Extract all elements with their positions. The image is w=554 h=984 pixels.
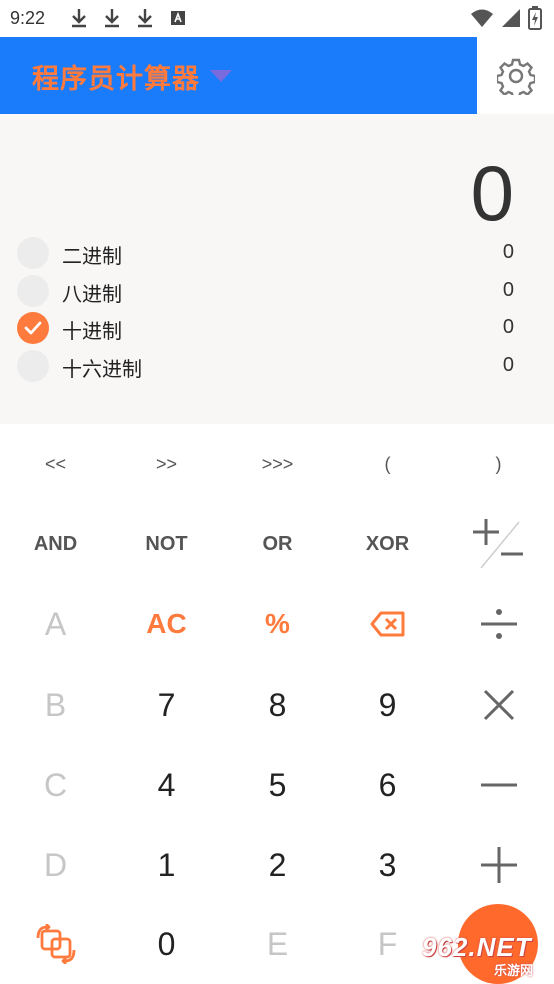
download-icon [105,9,119,28]
status-bar: 9:22 [0,0,554,37]
radio-decimal[interactable] [17,312,49,344]
check-icon [24,321,42,335]
key-not[interactable]: NOT [111,504,222,584]
key-2[interactable]: 2 [222,825,333,905]
key-divide[interactable] [443,584,554,664]
key-xor[interactable]: XOR [332,504,443,584]
base-label: 十六进制 [62,357,142,381]
divide-icon [480,609,517,639]
key-add[interactable] [443,825,554,905]
key-all-clear[interactable]: AC [111,584,222,664]
key-shift-right-unsigned[interactable]: >>> [222,424,333,504]
swap-mode-icon [36,924,75,964]
system-icons [470,6,542,30]
key-8[interactable]: 8 [222,665,333,745]
key-or[interactable]: OR [222,504,333,584]
key-shift-right[interactable]: >> [111,424,222,504]
key-1[interactable]: 1 [111,825,222,905]
gear-icon [496,58,535,95]
keypad: << >> >>> ( ) AND NOT OR XOR A AC % B 7 … [0,424,554,984]
main-result-value: 0 [470,149,514,237]
result-display: 0 二进制 0 八进制 0 十进制 0 十六进制 0 [0,114,554,424]
plus-minus-icon [472,519,523,569]
base-row-binary[interactable]: 二进制 0 [0,236,554,272]
key-7[interactable]: 7 [111,665,222,745]
notification-icons [68,7,189,29]
watermark-subtext: 乐游网 [494,964,534,979]
settings-button[interactable] [477,37,554,114]
app-notification-icon [171,11,185,25]
download-icon [138,9,152,28]
base-value: 0 [502,316,514,338]
watermark-text: 962.NET [422,932,532,962]
key-switch-mode[interactable] [0,904,111,984]
radio-octal[interactable] [17,275,49,307]
key-9[interactable]: 9 [332,665,443,745]
key-5[interactable]: 5 [222,745,333,825]
key-subtract[interactable] [443,745,554,825]
key-3[interactable]: 3 [332,825,443,905]
download-icon [72,9,86,28]
battery-charging-icon [528,6,542,30]
base-value: 0 [502,241,514,263]
key-and[interactable]: AND [0,504,111,584]
radio-hex[interactable] [17,350,49,382]
caret-down-icon[interactable] [210,70,232,82]
app-header: 程序员计算器 [0,37,477,114]
base-label: 二进制 [62,244,122,268]
key-hex-a[interactable]: A [0,584,111,664]
key-hex-e[interactable]: E [222,904,333,984]
key-6[interactable]: 6 [332,745,443,825]
key-paren-close[interactable]: ) [443,424,554,504]
key-paren-open[interactable]: ( [332,424,443,504]
status-time: 9:22 [10,8,46,28]
base-row-octal[interactable]: 八进制 0 [0,274,554,310]
base-row-decimal[interactable]: 十进制 0 [0,311,554,347]
key-multiply[interactable] [443,665,554,745]
key-hex-d[interactable]: D [0,825,111,905]
radio-binary[interactable] [17,237,49,269]
minus-icon [480,783,517,787]
backspace-icon [370,611,404,637]
app-title[interactable]: 程序员计算器 [32,57,200,96]
base-label: 八进制 [62,282,122,306]
key-plus-minus[interactable] [443,504,554,584]
key-backspace[interactable] [332,584,443,664]
wifi-icon [471,9,493,27]
key-4[interactable]: 4 [111,745,222,825]
base-value: 0 [502,279,514,301]
key-shift-left[interactable]: << [0,424,111,504]
key-hex-b[interactable]: B [0,665,111,745]
plus-icon [480,847,517,883]
base-label: 十进制 [62,319,122,343]
multiply-icon [483,689,514,721]
base-value: 0 [502,354,514,376]
key-hex-c[interactable]: C [0,745,111,825]
key-percent[interactable]: % [222,584,333,664]
signal-icon [502,9,520,27]
key-0[interactable]: 0 [111,904,222,984]
watermark: 962.NET 乐游网 [416,930,550,980]
base-row-hex[interactable]: 十六进制 0 [0,349,554,385]
